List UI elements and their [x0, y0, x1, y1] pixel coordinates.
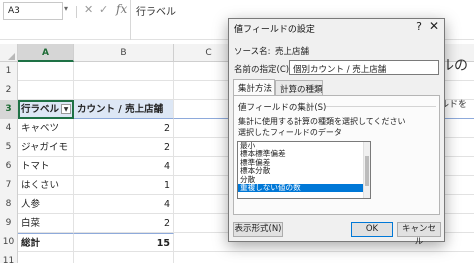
cell[interactable]: 人参: [18, 195, 74, 214]
ok-button[interactable]: OK: [351, 222, 393, 237]
cell[interactable]: ジャガイモ: [18, 138, 74, 157]
cell[interactable]: [74, 81, 174, 100]
cell[interactable]: トマト: [18, 157, 74, 176]
cell[interactable]: 4: [74, 157, 174, 176]
dialog-title: 値フィールドの設定: [234, 25, 315, 35]
row-header[interactable]: 10: [0, 233, 18, 252]
column-header-a[interactable]: A: [18, 44, 74, 62]
enter-icon[interactable]: ✓: [99, 3, 108, 16]
row-header[interactable]: 7: [0, 176, 18, 195]
cell[interactable]: 白菜: [18, 214, 74, 233]
row-header[interactable]: 1: [0, 62, 18, 81]
cell[interactable]: はくさい: [18, 176, 74, 195]
list-scrollbar[interactable]: [363, 142, 370, 198]
cell[interactable]: [174, 252, 474, 263]
cell[interactable]: 4: [74, 195, 174, 214]
list-item[interactable]: 標本分散: [238, 166, 370, 175]
cell[interactable]: 1: [74, 176, 174, 195]
tab-summarize-by[interactable]: 集計方法: [233, 79, 275, 95]
chevron-down-icon[interactable]: ▾: [64, 4, 68, 13]
number-format-button[interactable]: 表示形式(N): [233, 222, 283, 237]
section-title: 値フィールドの集計(S): [238, 103, 327, 113]
help-icon[interactable]: ?: [416, 20, 422, 33]
list-item-selected[interactable]: 重複しない値の数: [238, 183, 370, 193]
description-text: 集計に使用する計算の種類を選択してください: [238, 117, 406, 126]
select-all-button[interactable]: [0, 44, 18, 62]
cell[interactable]: 2: [74, 214, 174, 233]
grand-total-label[interactable]: 総計: [18, 233, 74, 252]
tab-show-values-as[interactable]: 計算の種類: [275, 80, 323, 95]
description-text: 選択したフィールドのデータ: [238, 128, 342, 137]
cell[interactable]: 2: [74, 138, 174, 157]
source-name-label: ソース名:: [234, 47, 271, 57]
name-box[interactable]: A3: [3, 2, 63, 20]
cell[interactable]: [18, 81, 74, 100]
column-header-b[interactable]: B: [74, 44, 174, 62]
close-icon[interactable]: ✕: [429, 19, 439, 33]
grand-total-value[interactable]: 15: [74, 233, 174, 252]
row-header[interactable]: 8: [0, 195, 18, 214]
row-header[interactable]: 9: [0, 214, 18, 233]
row-header[interactable]: 6: [0, 157, 18, 176]
row-header[interactable]: 11: [0, 252, 18, 263]
pivot-value-header-cell[interactable]: カウント / 売上店舗: [74, 100, 174, 119]
insert-function-button[interactable]: fx: [116, 2, 127, 16]
cell[interactable]: [18, 252, 74, 263]
tab-panel: 値フィールドの集計(S) 集計に使用する計算の種類を選択してください 選択したフ…: [233, 95, 440, 215]
table-row: 11: [0, 252, 474, 263]
row-header[interactable]: 2: [0, 81, 18, 100]
divider: [76, 6, 77, 18]
summary-function-list[interactable]: 最小 標本標準偏差 標準偏差 標本分散 分散 重複しない値の数: [237, 141, 371, 199]
custom-name-label: 名前の指定(C):: [234, 65, 292, 75]
cell[interactable]: 2: [74, 119, 174, 138]
scrollbar-thumb[interactable]: [365, 156, 369, 186]
row-header[interactable]: 5: [0, 138, 18, 157]
divider: [326, 106, 436, 107]
source-name-value: 売上店舗: [275, 47, 310, 57]
row-header[interactable]: 4: [0, 119, 18, 138]
cancel-icon[interactable]: ✕: [84, 3, 93, 16]
cell[interactable]: キャベツ: [18, 119, 74, 138]
value-field-settings-dialog: 値フィールドの設定 ? ✕ ソース名: 売上店舗 名前の指定(C): 個別カウン…: [228, 18, 445, 247]
custom-name-input[interactable]: 個別カウント / 売上店舗: [289, 60, 439, 75]
formula-content: 行ラベル: [136, 7, 176, 18]
cell[interactable]: [74, 62, 174, 81]
filter-dropdown-icon[interactable]: ▼: [61, 104, 71, 114]
cancel-button[interactable]: キャンセル: [397, 222, 441, 247]
cell[interactable]: [18, 62, 74, 81]
cell[interactable]: [74, 252, 174, 263]
row-header[interactable]: 3: [0, 100, 18, 119]
